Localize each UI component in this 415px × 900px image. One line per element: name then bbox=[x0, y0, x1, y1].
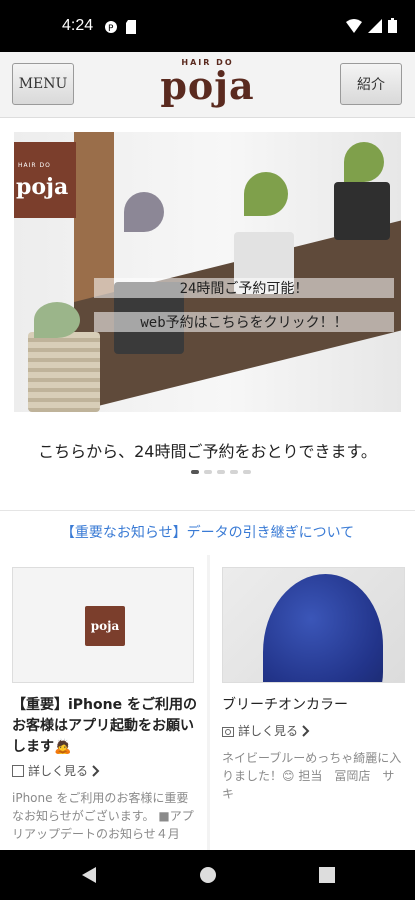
read-more-label: 詳しく見る bbox=[28, 764, 89, 778]
sd-card-icon bbox=[126, 20, 136, 34]
menu-button[interactable]: MENU bbox=[12, 63, 74, 105]
carousel-dot[interactable] bbox=[217, 470, 225, 474]
signal-icon bbox=[368, 18, 382, 33]
carousel-indicator bbox=[191, 470, 251, 474]
notification-icon: P bbox=[105, 21, 117, 34]
card-description: iPhone をご利用のお客様に重要なお知らせがございます。 ■アプリアップデー… bbox=[12, 791, 194, 841]
chevron-right-icon bbox=[302, 724, 310, 737]
read-more-link[interactable]: 詳しく見る bbox=[12, 762, 100, 779]
card-title: 【重要】iPhone をご利用のお客様はアプリ起動をお願いします🙇 bbox=[12, 697, 197, 755]
home-icon[interactable] bbox=[198, 865, 218, 885]
card-title: ブリーチオンカラー bbox=[222, 697, 348, 713]
carousel-dot[interactable] bbox=[191, 470, 199, 474]
overlay-line-1: 24時間ご予約可能！ bbox=[94, 278, 394, 298]
wifi-icon bbox=[346, 18, 362, 33]
card-thumbnail bbox=[222, 567, 405, 683]
status-time: 4:24 bbox=[62, 17, 94, 34]
card-description: ネイビーブルーめっちゃ綺麗に入りました！😊 担当 冨岡店 サキ bbox=[222, 751, 402, 801]
overlay-line-2: web予約はこちらをクリック！！ bbox=[94, 312, 394, 332]
card-thumbnail: poja bbox=[12, 567, 194, 683]
carousel-dot[interactable] bbox=[230, 470, 238, 474]
app-logo[interactable]: HAIR DO poja bbox=[150, 58, 265, 114]
photo-logo-small: HAIR DO bbox=[18, 162, 51, 169]
read-more-link[interactable]: 詳しく見る bbox=[222, 722, 310, 739]
chevron-right-icon bbox=[92, 764, 100, 777]
read-more-label: 詳しく見る bbox=[238, 724, 299, 738]
important-notice-link[interactable]: 【重要なお知らせ】データの引き継ぎについて bbox=[0, 510, 415, 556]
carousel-dot[interactable] bbox=[243, 470, 251, 474]
news-cards: poja 【重要】iPhone をご利用のお客様はアプリ起動をお願いします🙇 詳… bbox=[0, 555, 415, 850]
camera-icon bbox=[222, 726, 234, 737]
carousel-dot[interactable] bbox=[204, 470, 212, 474]
plant-leaf bbox=[124, 192, 164, 232]
news-card[interactable]: poja 【重要】iPhone をご利用のお客様はアプリ起動をお願いします🙇 詳… bbox=[0, 555, 207, 850]
checkbox-icon bbox=[12, 764, 24, 777]
carousel-caption[interactable]: こちらから、24時間ご予約をおとりできます。 bbox=[0, 438, 415, 462]
poja-logo-icon: poja bbox=[85, 606, 125, 646]
plant-leaf bbox=[244, 172, 288, 216]
plant-leaf bbox=[34, 302, 80, 338]
status-right bbox=[346, 18, 397, 33]
blue-hair-photo bbox=[263, 574, 383, 682]
plant-pot bbox=[28, 332, 100, 412]
back-icon[interactable] bbox=[80, 865, 98, 885]
plant-leaf bbox=[344, 142, 384, 182]
news-card[interactable]: ブリーチオンカラー 詳しく見る ネイビーブルーめっちゃ綺麗に入りました！😊 担当… bbox=[210, 555, 415, 850]
hero-image[interactable]: HAIR DO poja 24時間ご予約可能！ web予約はこちらをクリック！！ bbox=[14, 132, 401, 412]
system-nav-bar bbox=[0, 850, 415, 900]
app-header: MENU HAIR DO poja 紹介 bbox=[0, 52, 415, 118]
plant-pot bbox=[334, 182, 390, 240]
photo-logo: HAIR DO poja bbox=[14, 142, 76, 218]
svg-text:P: P bbox=[108, 24, 114, 34]
photo-logo-big: poja bbox=[16, 174, 69, 200]
hero-carousel[interactable]: HAIR DO poja 24時間ご予約可能！ web予約はこちらをクリック！！… bbox=[0, 118, 415, 508]
recents-icon[interactable] bbox=[318, 865, 336, 885]
battery-icon bbox=[388, 18, 397, 33]
status-bar: 4:24 P bbox=[0, 0, 415, 52]
intro-button[interactable]: 紹介 bbox=[340, 63, 402, 105]
logo-big-text: poja bbox=[160, 63, 255, 108]
